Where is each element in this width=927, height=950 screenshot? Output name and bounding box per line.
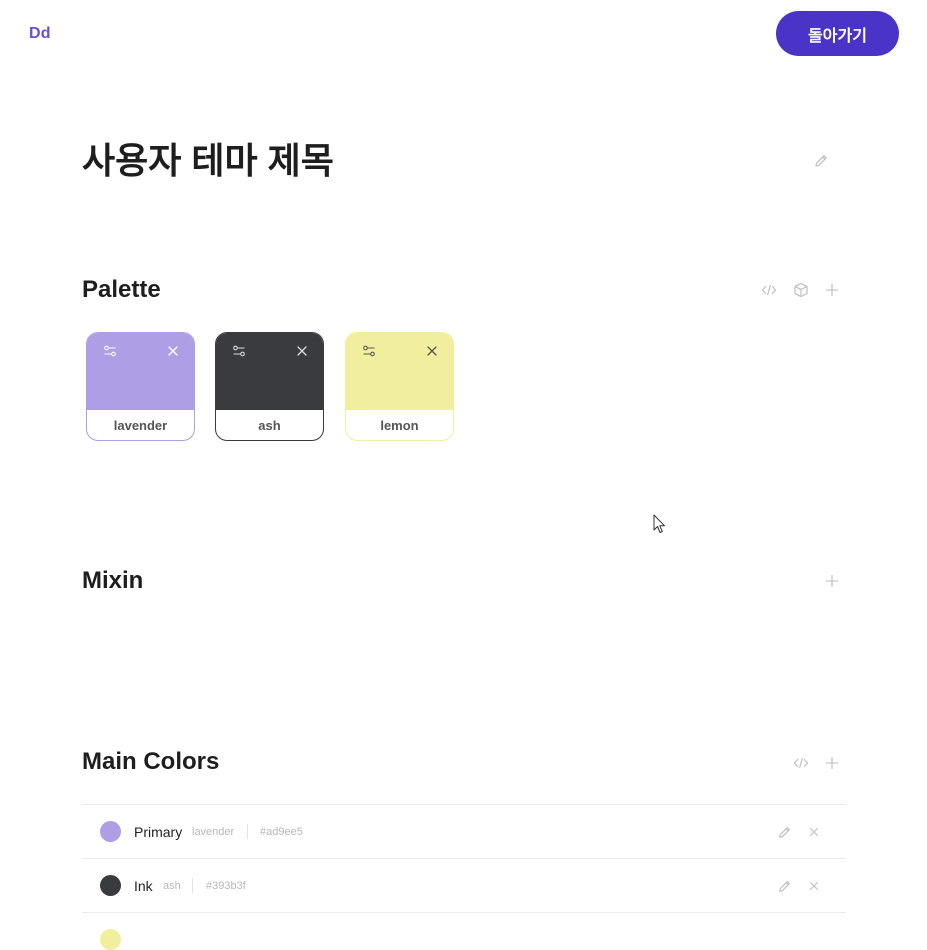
main-colors-list: Primary lavender #ad9ee5 Ink ash #393b3f	[82, 804, 846, 950]
sliders-icon[interactable]	[362, 344, 376, 358]
pencil-icon	[778, 826, 790, 838]
remove-color-button[interactable]	[804, 822, 824, 842]
close-icon	[809, 827, 819, 837]
palette-add-button[interactable]	[822, 280, 842, 300]
color-hex: #ad9ee5	[260, 825, 303, 838]
mixin-add-button[interactable]	[822, 571, 842, 591]
logo[interactable]: Dd	[29, 25, 51, 43]
mouse-cursor-icon	[653, 514, 665, 533]
meta-divider	[247, 824, 248, 839]
plus-icon	[825, 283, 839, 297]
plus-icon	[825, 574, 839, 588]
plus-icon	[825, 756, 839, 770]
package-icon	[794, 282, 808, 298]
color-hex: #393b3f	[206, 879, 246, 892]
color-palette-ref: ash	[163, 879, 181, 892]
palette-heading: Palette	[82, 276, 161, 303]
color-row-primary[interactable]: Primary lavender #ad9ee5	[82, 804, 846, 858]
pencil-icon	[815, 155, 827, 167]
color-swatch-dot[interactable]	[100, 929, 121, 950]
back-button[interactable]: 돌아가기	[776, 11, 899, 56]
remove-color-button[interactable]	[804, 876, 824, 896]
close-icon	[809, 881, 819, 891]
swatch-label: lavender	[113, 418, 168, 433]
sliders-icon[interactable]	[103, 344, 117, 358]
swatch-card-lavender[interactable]: lavender	[86, 332, 195, 441]
color-swatch-dot[interactable]	[100, 875, 121, 896]
swatch-label: lemon	[380, 418, 419, 433]
palette-export-button[interactable]	[791, 280, 811, 300]
swatch-card-lemon[interactable]: lemon	[345, 332, 454, 441]
edit-color-button[interactable]	[774, 876, 794, 896]
code-icon	[761, 284, 777, 296]
pencil-icon	[778, 880, 790, 892]
edit-title-button[interactable]	[811, 151, 831, 171]
edit-color-button[interactable]	[774, 822, 794, 842]
code-icon	[793, 757, 809, 769]
close-icon[interactable]	[166, 344, 180, 358]
meta-divider	[192, 878, 193, 893]
color-swatch-dot[interactable]	[100, 821, 121, 842]
sliders-icon[interactable]	[232, 344, 246, 358]
swatch-card-ash[interactable]: ash	[215, 332, 324, 441]
main-colors-heading: Main Colors	[82, 748, 220, 775]
close-icon[interactable]	[425, 344, 439, 358]
color-palette-ref: lavender	[192, 825, 235, 838]
color-name: Primary	[134, 823, 183, 840]
close-icon[interactable]	[295, 344, 309, 358]
main-colors-add-button[interactable]	[822, 753, 842, 773]
swatch-label: ash	[258, 418, 281, 433]
color-name: Ink	[134, 877, 153, 894]
palette-code-button[interactable]	[759, 280, 779, 300]
color-row-partial[interactable]	[82, 912, 846, 950]
page-title: 사용자 테마 제목	[82, 140, 334, 181]
main-colors-code-button[interactable]	[791, 753, 811, 773]
mixin-heading: Mixin	[82, 567, 144, 594]
color-row-ink[interactable]: Ink ash #393b3f	[82, 858, 846, 912]
